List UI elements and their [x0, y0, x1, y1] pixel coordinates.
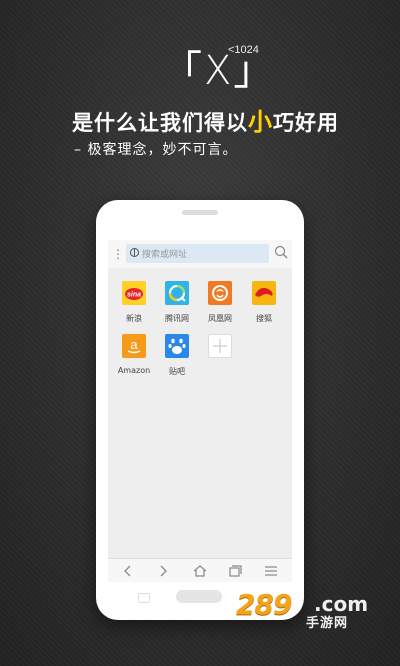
site-watermark: 289 .com 手游网	[236, 588, 368, 631]
headline-highlight: 小	[248, 108, 273, 136]
watermark-chinese: 手游网	[306, 616, 349, 631]
shortcut-amazon[interactable]: a Amazon	[112, 334, 156, 375]
add-icon	[208, 334, 232, 358]
sohu-icon	[252, 281, 276, 305]
phone-home-button	[176, 590, 222, 603]
search-input[interactable]: 搜索或网址	[126, 244, 269, 263]
phone-mockup: ⋮ 搜索或网址 sina 新浪 腾讯网 凤凰网 搜狐 a Amazon 贴吧	[96, 200, 304, 620]
logo-size-label: <1024	[228, 44, 259, 56]
amazon-icon: a	[122, 334, 146, 358]
subline: – 极客理念，妙不可言。	[74, 142, 238, 158]
tieba-icon	[165, 334, 189, 358]
ifeng-icon	[208, 281, 232, 305]
add-shortcut-button[interactable]	[198, 334, 242, 358]
shortcut-sina[interactable]: sina 新浪	[112, 281, 156, 324]
shortcut-tieba[interactable]: 贴吧	[155, 334, 199, 377]
headline-post: 巧好用	[273, 111, 339, 135]
search-icon[interactable]	[274, 245, 288, 259]
shortcut-tencent[interactable]: 腾讯网	[155, 281, 199, 324]
forward-icon[interactable]	[155, 563, 171, 579]
logo-bracket-open: 「	[162, 48, 204, 94]
menu-lines-icon[interactable]	[263, 563, 279, 579]
globe-icon	[130, 248, 139, 257]
search-placeholder: 搜索或网址	[142, 250, 188, 260]
phone-speaker	[182, 210, 218, 215]
menu-icon[interactable]: ⋮	[112, 246, 124, 262]
address-bar: ⋮ 搜索或网址	[108, 240, 292, 268]
watermark-number: 289	[236, 588, 292, 621]
back-icon[interactable]	[120, 563, 136, 579]
shortcut-label: 腾讯网	[165, 314, 189, 323]
shortcut-sohu[interactable]: 搜狐	[242, 281, 286, 324]
shortcut-label: 新浪	[126, 314, 142, 323]
shortcut-label: 搜狐	[256, 314, 272, 323]
sina-icon: sina	[122, 281, 146, 305]
shortcut-label: 贴吧	[169, 367, 185, 376]
sina-logo-text: sina	[127, 292, 141, 299]
shortcut-ifeng[interactable]: 凤凰网	[198, 281, 242, 324]
shortcut-label: 凤凰网	[208, 314, 232, 323]
app-logo: 「X」 <1024	[162, 38, 275, 96]
shortcut-label: Amazon	[117, 366, 151, 375]
headline-pre: 是什么让我们得以	[72, 111, 248, 135]
headline: 是什么让我们得以小巧好用	[72, 102, 339, 137]
tencent-icon	[165, 281, 189, 305]
tabs-icon[interactable]	[227, 563, 243, 579]
home-icon[interactable]	[192, 563, 208, 579]
phone-back-button	[138, 593, 150, 603]
browser-toolbar	[108, 558, 292, 582]
browser-screen: ⋮ 搜索或网址 sina 新浪 腾讯网 凤凰网 搜狐 a Amazon 贴吧	[108, 240, 292, 582]
amazon-logo-letter: a	[130, 337, 138, 352]
